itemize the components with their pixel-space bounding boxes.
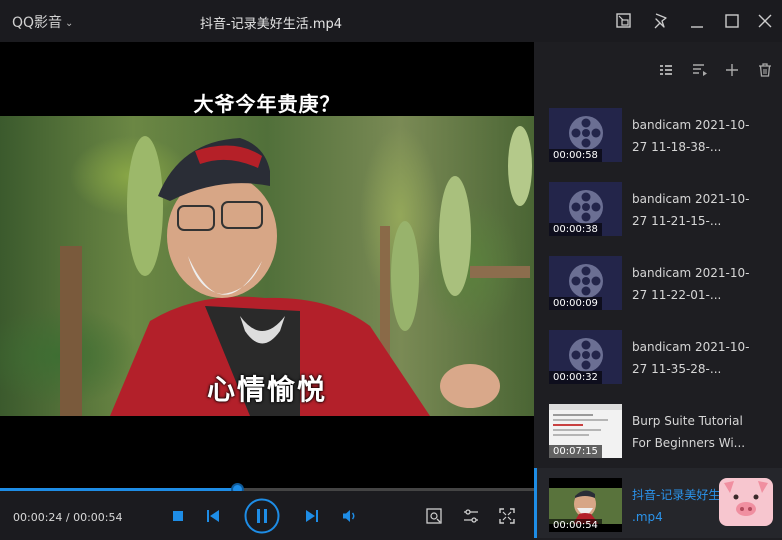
- reel-icon: [569, 190, 603, 224]
- skip-forward-icon: [306, 510, 318, 522]
- minimize-button[interactable]: [688, 12, 706, 30]
- duration-badge: 00:00:38: [549, 223, 602, 236]
- delete-button[interactable]: [758, 62, 772, 78]
- thumbnail: 00:00:58: [549, 108, 622, 162]
- stop-button[interactable]: [172, 510, 184, 522]
- minimize-icon: [691, 26, 703, 28]
- chevron-down-icon: ⌄: [65, 18, 74, 29]
- reel-icon: [569, 264, 603, 298]
- video-canvas[interactable]: 大爷今年贵庚？ 心情愉悦: [0, 42, 534, 488]
- volume-button[interactable]: [342, 509, 358, 523]
- video-frame: 心情愉悦: [0, 116, 534, 416]
- playlist-item[interactable]: 00:07:15 Burp Suite Tutorial For Beginne…: [534, 402, 782, 472]
- screenshot-button[interactable]: [426, 508, 442, 524]
- stop-icon: [173, 511, 183, 521]
- playlist-item[interactable]: 00:00:58 bandicam 2021-10- 27 11-18-38-.…: [534, 106, 782, 176]
- playlist-item[interactable]: 00:00:38 bandicam 2021-10- 27 11-21-15-.…: [534, 180, 782, 250]
- duration-badge: 00:07:15: [549, 445, 602, 458]
- pause-icon: [244, 498, 280, 534]
- playlist-item-title: bandicam 2021-10- 27 11-18-38-...: [632, 118, 750, 154]
- thumbnail: 00:00:09: [549, 256, 622, 310]
- title-bar: QQ影音 ⌄ 抖音-记录美好生活.mp4: [0, 0, 782, 42]
- list-view-icon: [660, 65, 672, 75]
- playlist-mode-button[interactable]: [659, 62, 673, 78]
- settings-button[interactable]: [463, 508, 479, 524]
- sliders-icon: [464, 509, 478, 523]
- playlist-item-title: bandicam 2021-10- 27 11-35-28-...: [632, 340, 750, 376]
- thumbnail: 00:07:15: [549, 404, 622, 458]
- playlist-item-title: Burp Suite Tutorial For Beginners Wi...: [632, 414, 746, 450]
- add-file-button[interactable]: [725, 62, 739, 78]
- close-icon: [758, 14, 772, 28]
- screenshot-icon: [426, 508, 442, 524]
- file-title: 抖音-记录美好生活.mp4: [200, 17, 343, 32]
- reel-icon: [569, 116, 603, 150]
- next-button[interactable]: [305, 509, 319, 523]
- plus-icon: [726, 64, 738, 76]
- duration-badge: 00:00:09: [549, 297, 602, 310]
- fullscreen-icon: [499, 508, 515, 524]
- playlist-panel: 00:00:58 bandicam 2021-10- 27 11-18-38-.…: [534, 42, 782, 540]
- duration-badge: 00:00:54: [549, 519, 602, 532]
- pig-mascot-icon: [719, 478, 773, 526]
- volume-icon: [343, 510, 355, 522]
- thumbnail: 00:00:32: [549, 330, 622, 384]
- subtitle-top: 大爷今年贵庚？: [193, 92, 341, 116]
- pin-icon: [654, 13, 667, 29]
- play-order-button[interactable]: [692, 62, 708, 78]
- mini-mode-button[interactable]: [615, 12, 633, 30]
- maximize-button[interactable]: [723, 12, 741, 30]
- duration-badge: 00:00:58: [549, 149, 602, 162]
- fullscreen-button[interactable]: [499, 508, 515, 524]
- playlist-item-title: bandicam 2021-10- 27 11-22-01-...: [632, 266, 750, 302]
- maximize-icon: [725, 14, 739, 28]
- play-order-icon: [693, 64, 707, 76]
- playlist-item-title: bandicam 2021-10- 27 11-21-15-...: [632, 192, 750, 228]
- time-display: 00:00:24 / 00:00:54: [13, 511, 123, 524]
- previous-button[interactable]: [206, 509, 220, 523]
- close-button[interactable]: [756, 12, 774, 30]
- mini-mode-icon: [616, 13, 631, 28]
- thumbnail: 00:00:54: [549, 478, 622, 532]
- skip-back-icon: [207, 510, 219, 522]
- app-menu-button[interactable]: QQ影音 ⌄: [12, 12, 73, 32]
- thumbnail: 00:00:38: [549, 182, 622, 236]
- control-bar: 00:00:24 / 00:00:54: [0, 491, 534, 540]
- trash-icon: [759, 63, 771, 77]
- app-name: QQ影音: [12, 15, 63, 31]
- duration-badge: 00:00:32: [549, 371, 602, 384]
- playlist-item[interactable]: 00:00:32 bandicam 2021-10- 27 11-35-28-.…: [534, 328, 782, 398]
- pin-on-top-button[interactable]: [652, 12, 670, 30]
- pause-button[interactable]: [244, 498, 280, 534]
- reel-icon: [569, 338, 603, 372]
- subtitle-bottom: 心情愉悦: [206, 373, 327, 406]
- playlist-item[interactable]: 00:00:09 bandicam 2021-10- 27 11-22-01-.…: [534, 254, 782, 324]
